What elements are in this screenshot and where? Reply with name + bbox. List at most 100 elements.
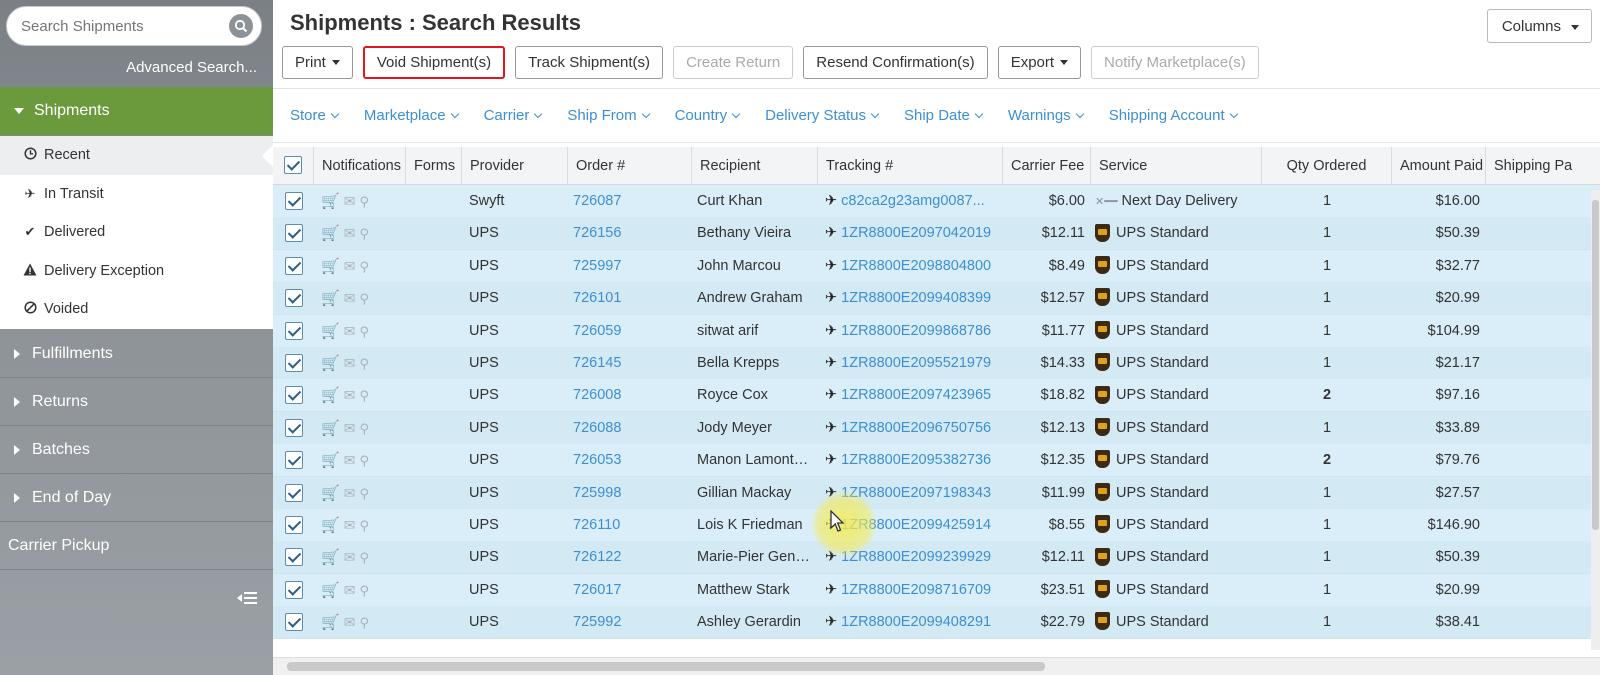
row-checkbox[interactable] xyxy=(285,354,303,372)
envelope-icon[interactable]: ✉ xyxy=(344,582,356,598)
location-pin-icon[interactable]: ⚲ xyxy=(359,388,369,403)
cart-icon[interactable]: 🛒 xyxy=(321,614,340,631)
col-service[interactable]: Service xyxy=(1091,147,1262,185)
order-link[interactable]: 726053 xyxy=(573,444,683,477)
row-checkbox[interactable] xyxy=(285,548,303,567)
envelope-icon[interactable]: ✉ xyxy=(344,258,356,274)
location-pin-icon[interactable]: ⚲ xyxy=(359,583,369,598)
col-recipient[interactable]: Recipient xyxy=(692,147,818,185)
location-pin-icon[interactable]: ⚲ xyxy=(359,324,369,339)
col-tracking[interactable]: Tracking # xyxy=(818,147,1003,185)
subnav-item-delivered[interactable]: ✔ Delivered xyxy=(0,213,273,252)
nav-section-shipments[interactable]: Shipments xyxy=(0,87,273,135)
table-row[interactable]: 🛒 ✉ ⚲ UPS 726101 Andrew Graham ✈ 1ZR8800E2099… xyxy=(273,282,1600,316)
col-forms[interactable]: Forms xyxy=(406,147,462,185)
table-row[interactable]: 🛒 ✉ ⚲ UPS 726122 Marie-Pier Gendron ✈ 1ZR8800… xyxy=(273,541,1600,575)
location-pin-icon[interactable]: ⚲ xyxy=(359,615,369,630)
cart-icon[interactable]: 🛒 xyxy=(321,258,340,275)
subnav-item-delivery-exception[interactable]: Delivery Exception xyxy=(0,252,273,291)
envelope-icon[interactable]: ✉ xyxy=(344,290,356,306)
location-pin-icon[interactable]: ⚲ xyxy=(359,291,369,306)
nav-section-end-of-day[interactable]: End of Day xyxy=(0,474,273,522)
row-checkbox[interactable] xyxy=(285,192,303,210)
filter-delivery-status[interactable]: Delivery Status xyxy=(765,107,880,124)
table-row[interactable]: 🛒 ✉ ⚲ UPS 726008 Royce Cox ✈ 1ZR8800E20974239… xyxy=(273,379,1600,413)
print-button[interactable]: Print xyxy=(282,46,353,79)
table-row[interactable]: 🛒 ✉ ⚲ UPS 726088 Jody Meyer ✈ 1ZR8800E2096750… xyxy=(273,411,1600,445)
envelope-icon[interactable]: ✉ xyxy=(344,193,356,209)
tracking-link[interactable]: 1ZR8800E2097042019 xyxy=(841,225,991,241)
location-pin-icon[interactable]: ⚲ xyxy=(359,259,369,274)
cart-icon[interactable]: 🛒 xyxy=(321,225,340,242)
location-pin-icon[interactable]: ⚲ xyxy=(359,421,369,436)
search-input[interactable] xyxy=(21,7,221,45)
table-row[interactable]: 🛒 ✉ ⚲UPS726110Lois K Friedman✈1ZR8800E20… xyxy=(273,509,1600,542)
col-provider[interactable]: Provider xyxy=(462,147,568,185)
table-row[interactable]: 🛒 ✉ ⚲ UPS 726053 Manon Lamontagne ✈ 1ZR8800E2… xyxy=(273,444,1600,478)
cart-icon[interactable]: 🛒 xyxy=(321,582,340,599)
tracking-link[interactable]: 1ZR8800E2098716709 xyxy=(841,582,991,598)
filter-store[interactable]: Store xyxy=(290,107,340,124)
row-checkbox[interactable] xyxy=(285,516,303,534)
notify-marketplace-button[interactable]: Notify Marketplace(s) xyxy=(1091,46,1259,79)
order-link[interactable]: 726156 xyxy=(573,217,683,250)
order-link[interactable]: 726087 xyxy=(573,185,683,218)
create-return-button[interactable]: Create Return xyxy=(673,46,794,79)
horizontal-scrollbar[interactable] xyxy=(273,657,1600,675)
tracking-link[interactable]: 1ZR8800E2095521979 xyxy=(841,355,991,371)
tracking-link[interactable]: 1ZR8800E2098804800 xyxy=(841,258,991,274)
search-icon[interactable] xyxy=(229,14,253,38)
col-shipping-paid[interactable]: Shipping Pa xyxy=(1486,147,1600,185)
location-pin-icon[interactable]: ⚲ xyxy=(359,486,369,501)
cart-icon[interactable]: 🛒 xyxy=(321,549,340,566)
cart-icon[interactable]: 🛒 xyxy=(321,290,340,307)
row-checkbox[interactable] xyxy=(285,321,303,340)
envelope-icon[interactable]: ✉ xyxy=(344,549,356,565)
table-row[interactable]: 🛒 ✉ ⚲ UPS 726017 Matthew Stark ✈ 1ZR8800E2098… xyxy=(273,573,1600,607)
cart-icon[interactable]: 🛒 xyxy=(321,420,340,437)
order-link[interactable]: 726145 xyxy=(573,347,683,380)
cart-icon[interactable]: 🛒 xyxy=(321,355,340,372)
nav-section-batches[interactable]: Batches xyxy=(0,426,273,474)
filter-ship-from[interactable]: Ship From xyxy=(567,107,650,124)
tracking-link[interactable]: 1ZR8800E2097423965 xyxy=(841,387,991,403)
vertical-scrollbar[interactable] xyxy=(1591,190,1600,650)
tracking-link[interactable]: 1ZR8800E2099239929 xyxy=(841,549,991,565)
table-row[interactable]: 🛒 ✉ ⚲ UPS 726145 Bella Krepps ✈ 1ZR8800E20955… xyxy=(273,347,1600,380)
filter-ship-date[interactable]: Ship Date xyxy=(904,107,984,124)
table-row[interactable]: 🛒 ✉ ⚲ UPS 725997 John Marcou ✈ 1ZR8800E209880… xyxy=(273,249,1600,283)
collapse-sidebar-icon[interactable] xyxy=(236,590,258,611)
table-row[interactable]: 🛒 ✉ ⚲UPS725998Gillian Mackay✈1ZR8800E209… xyxy=(273,476,1600,510)
order-link[interactable]: 726008 xyxy=(573,379,683,412)
envelope-icon[interactable]: ✉ xyxy=(344,485,356,501)
filter-warnings[interactable]: Warnings xyxy=(1008,107,1084,124)
envelope-icon[interactable]: ✉ xyxy=(344,387,356,403)
cart-icon[interactable]: 🛒 xyxy=(321,323,340,340)
row-checkbox[interactable] xyxy=(285,386,303,405)
tracking-link[interactable]: 1ZR8800E2095382736 xyxy=(841,452,991,468)
nav-section-fulfillments[interactable]: Fulfillments xyxy=(0,330,273,378)
location-pin-icon[interactable]: ⚲ xyxy=(359,518,369,533)
envelope-icon[interactable]: ✉ xyxy=(344,614,356,630)
col-notifications[interactable]: Notifications xyxy=(314,147,406,185)
columns-button[interactable]: Columns xyxy=(1486,9,1592,43)
order-link[interactable]: 725998 xyxy=(573,477,683,510)
filter-shipping-account[interactable]: Shipping Account xyxy=(1109,107,1238,124)
location-pin-icon[interactable]: ⚲ xyxy=(359,356,369,371)
cart-icon[interactable]: 🛒 xyxy=(321,387,340,404)
order-link[interactable]: 726017 xyxy=(573,574,683,607)
filter-country[interactable]: Country xyxy=(675,107,741,124)
advanced-search-link[interactable]: Advanced Search... xyxy=(126,59,257,76)
export-button[interactable]: Export xyxy=(997,46,1082,79)
void-shipment-button[interactable]: Void Shipment(s) xyxy=(362,46,506,79)
location-pin-icon[interactable]: ⚲ xyxy=(359,453,369,468)
location-pin-icon[interactable]: ⚲ xyxy=(359,194,369,209)
envelope-icon[interactable]: ✉ xyxy=(344,420,356,436)
track-shipment-button[interactable]: Track Shipment(s) xyxy=(515,46,664,79)
vertical-scroll-thumb[interactable] xyxy=(1592,200,1599,530)
row-checkbox[interactable] xyxy=(285,224,303,243)
select-all-checkbox[interactable] xyxy=(284,156,302,174)
tracking-link[interactable]: 1ZR8800E2099868786 xyxy=(841,323,991,339)
nav-section-returns[interactable]: Returns xyxy=(0,378,273,426)
cart-icon[interactable]: 🛒 xyxy=(321,485,340,502)
